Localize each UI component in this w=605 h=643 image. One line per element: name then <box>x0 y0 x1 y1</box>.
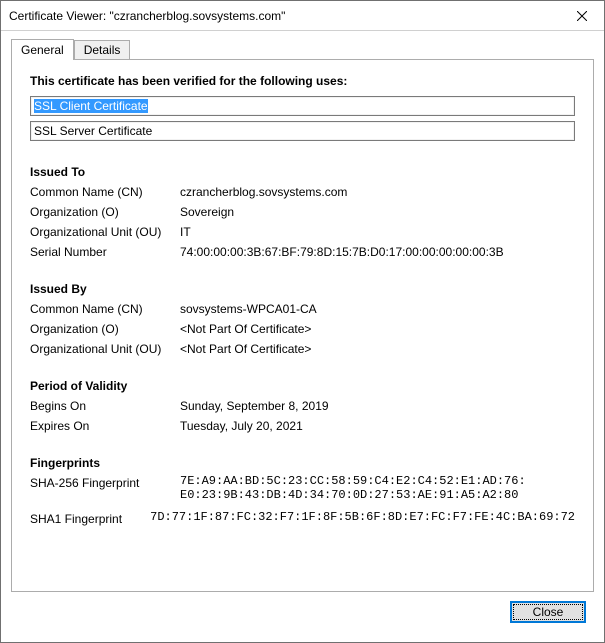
issued-to-ou-value: IT <box>180 223 575 242</box>
issued-to-heading: Issued To <box>30 165 575 179</box>
sha256-line2: E0:23:9B:43:DB:4D:34:70:0D:27:53:AE:91:A… <box>180 488 575 502</box>
issued-to-ou-row: Organizational Unit (OU) IT <box>30 223 575 242</box>
fingerprints-heading: Fingerprints <box>30 456 575 470</box>
dialog-footer: Close <box>11 592 594 632</box>
client-area: General Details This certificate has bee… <box>1 31 604 642</box>
issued-to-sn-row: Serial Number 74:00:00:00:3B:67:BF:79:8D… <box>30 243 575 262</box>
issued-by-ou-value: <Not Part Of Certificate> <box>180 340 575 359</box>
use-ssl-client-label: SSL Client Certificate <box>34 99 148 113</box>
use-ssl-client[interactable]: SSL Client Certificate <box>30 96 575 116</box>
close-icon <box>577 11 587 21</box>
issued-to-o-label: Organization (O) <box>30 203 180 222</box>
tab-details[interactable]: Details <box>74 40 131 59</box>
issued-to-sn-label: Serial Number <box>30 243 180 262</box>
validity-heading: Period of Validity <box>30 379 575 393</box>
begins-on-value: Sunday, September 8, 2019 <box>180 397 575 416</box>
certificate-viewer-window: Certificate Viewer: "czrancherblog.sovsy… <box>0 0 605 643</box>
sha1-label: SHA1 Fingerprint <box>30 510 150 529</box>
issued-by-cn-row: Common Name (CN) sovsystems-WPCA01-CA <box>30 300 575 319</box>
issued-to-cn-row: Common Name (CN) czrancherblog.sovsystem… <box>30 183 575 202</box>
sha1-row: SHA1 Fingerprint 7D:77:1F:87:FC:32:F7:1F… <box>30 510 575 529</box>
issued-by-ou-label: Organizational Unit (OU) <box>30 340 180 359</box>
issued-by-o-label: Organization (O) <box>30 320 180 339</box>
issued-by-cn-label: Common Name (CN) <box>30 300 180 319</box>
sha1-value: 7D:77:1F:87:FC:32:F7:1F:8F:5B:6F:8D:E7:F… <box>150 510 575 529</box>
expires-on-label: Expires On <box>30 417 180 436</box>
close-button[interactable]: Close <box>510 601 586 623</box>
sha256-row: SHA-256 Fingerprint 7E:A9:AA:BD:5C:23:CC… <box>30 474 575 502</box>
issued-by-o-row: Organization (O) <Not Part Of Certificat… <box>30 320 575 339</box>
begins-on-label: Begins On <box>30 397 180 416</box>
issued-by-cn-value: sovsystems-WPCA01-CA <box>180 300 575 319</box>
titlebar: Certificate Viewer: "czrancherblog.sovsy… <box>1 1 604 31</box>
tabstrip: General Details <box>11 39 594 59</box>
tab-general[interactable]: General <box>11 39 74 60</box>
use-ssl-server-label: SSL Server Certificate <box>34 124 152 138</box>
expires-on-value: Tuesday, July 20, 2021 <box>180 417 575 436</box>
issued-to-o-value: Sovereign <box>180 203 575 222</box>
sha256-line1: 7E:A9:AA:BD:5C:23:CC:58:59:C4:E2:C4:52:E… <box>180 474 575 488</box>
issued-to-o-row: Organization (O) Sovereign <box>30 203 575 222</box>
sha256-label: SHA-256 Fingerprint <box>30 474 180 493</box>
expires-on-row: Expires On Tuesday, July 20, 2021 <box>30 417 575 436</box>
tabpanel-general: This certificate has been verified for t… <box>11 59 594 592</box>
begins-on-row: Begins On Sunday, September 8, 2019 <box>30 397 575 416</box>
window-title: Certificate Viewer: "czrancherblog.sovsy… <box>9 9 559 23</box>
issued-to-ou-label: Organizational Unit (OU) <box>30 223 180 242</box>
issued-to-cn-value: czrancherblog.sovsystems.com <box>180 183 575 202</box>
verified-heading: This certificate has been verified for t… <box>30 74 575 88</box>
issued-by-o-value: <Not Part Of Certificate> <box>180 320 575 339</box>
issued-by-ou-row: Organizational Unit (OU) <Not Part Of Ce… <box>30 340 575 359</box>
sha256-value: 7E:A9:AA:BD:5C:23:CC:58:59:C4:E2:C4:52:E… <box>180 474 575 502</box>
window-close-button[interactable] <box>559 1 604 30</box>
issued-by-heading: Issued By <box>30 282 575 296</box>
issued-to-sn-value: 74:00:00:00:3B:67:BF:79:8D:15:7B:D0:17:0… <box>180 243 575 262</box>
issued-to-cn-label: Common Name (CN) <box>30 183 180 202</box>
use-ssl-server[interactable]: SSL Server Certificate <box>30 121 575 141</box>
